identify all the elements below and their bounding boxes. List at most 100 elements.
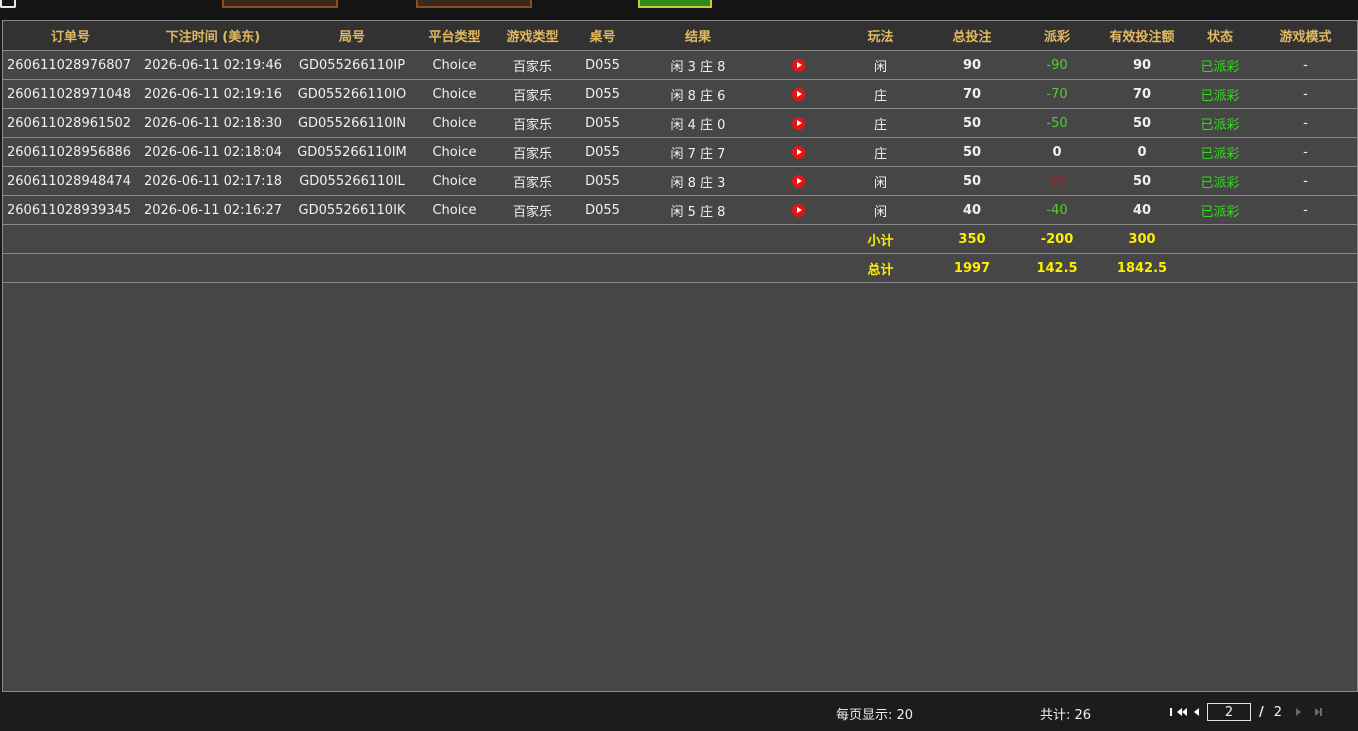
game-result: 闲 5 庄 8 [633,195,763,225]
page-separator: / [1259,704,1264,720]
subtotal-valid: 300 [1098,224,1186,254]
valid-bet: 50 [1098,108,1186,138]
total-row: 总计 1997 142.5 1842.5 [3,253,1357,283]
status-badge: 已派彩 [1186,137,1254,167]
game-type: 百家乐 [493,195,572,225]
game-result: 闲 8 庄 6 [633,79,763,109]
column-header: 订单号 [3,21,138,51]
order-number: 260611028976807 [3,50,138,80]
total-pages: 2 [1273,704,1283,720]
summary-spacer [3,253,833,283]
total-bet: 50 [928,108,1016,138]
platform-type: Choice [416,137,493,167]
play-circle-icon[interactable] [791,87,805,101]
current-page-input[interactable] [1207,703,1251,721]
bet-option: 闲 [833,50,928,80]
toolbar-button-2[interactable] [416,0,532,8]
toolbar-search-button[interactable] [638,0,712,8]
total-bet: 50 [928,166,1016,196]
replay-cell [763,195,833,225]
table-row: 260611028939345 2026-06-11 02:16:27 GD0552… [3,195,1357,225]
game-result: 闲 3 庄 8 [633,50,763,80]
table-number: D055 [572,79,633,109]
play-circle-icon[interactable] [791,145,805,159]
next-page-icon[interactable] [1296,708,1302,716]
column-header: 总投注 [928,21,1016,51]
payout: 50 [1016,166,1098,196]
last-page-icon[interactable] [1315,708,1323,716]
game-mode: - [1254,195,1357,225]
round-number: GD055266110IP [288,50,416,80]
column-header: 玩法 [833,21,928,51]
game-type: 百家乐 [493,50,572,80]
bet-time: 2026-06-11 02:16:27 [138,195,288,225]
column-header: 平台类型 [416,21,493,51]
game-type: 百家乐 [493,166,572,196]
table-header-row: 订单号 下注时间 (美东) 局号 平台类型 游戏类型 桌号 结果 玩法 总投注 派彩 有效投注额 状态… [3,21,1357,51]
total-bet: 1997 [928,253,1016,283]
total-bet: 70 [928,79,1016,109]
bet-records-panel: 订单号 下注时间 (美东) 局号 平台类型 游戏类型 桌号 结果 玩法 总投注 派彩 有效投注额 状态… [2,20,1358,692]
game-type: 百家乐 [493,108,572,138]
summary-spacer [1186,224,1357,254]
valid-bet: 0 [1098,137,1186,167]
total-bet: 40 [928,195,1016,225]
table-number: D055 [572,195,633,225]
platform-type: Choice [416,195,493,225]
first-page-icon[interactable] [1170,708,1187,716]
table-row: 260611028948474 2026-06-11 02:17:18 GD0552… [3,166,1357,196]
total-bet: 50 [928,137,1016,167]
subtotal-payout: -200 [1016,224,1098,254]
play-circle-icon[interactable] [791,174,805,188]
replay-cell [763,166,833,196]
bet-option: 闲 [833,166,928,196]
status-badge: 已派彩 [1186,79,1254,109]
prev-page-icon[interactable] [1194,708,1199,716]
game-mode: - [1254,166,1357,196]
play-circle-icon[interactable] [791,58,805,72]
bet-option: 庄 [833,79,928,109]
replay-cell [763,137,833,167]
round-number: GD055266110IL [288,166,416,196]
table-row: 260611028961502 2026-06-11 02:18:30 GD0552… [3,108,1357,138]
column-header: 下注时间 (美东) [138,21,288,51]
play-circle-icon[interactable] [791,116,805,130]
round-number: GD055266110IK [288,195,416,225]
total-label: 总计 [833,253,928,283]
subtotal-row: 小计 350 -200 300 [3,224,1357,254]
page-size-label[interactable]: 每页显示: 20 [836,704,913,723]
bet-time: 2026-06-11 02:19:16 [138,79,288,109]
order-number: 260611028948474 [3,166,138,196]
bet-option: 庄 [833,137,928,167]
game-type: 百家乐 [493,137,572,167]
bet-time: 2026-06-11 02:18:30 [138,108,288,138]
toolbar-button-1[interactable] [222,0,338,8]
column-header: 游戏类型 [493,21,572,51]
column-header: 状态 [1186,21,1254,51]
select-all-checkbox[interactable] [0,0,16,8]
status-badge: 已派彩 [1186,108,1254,138]
subtotal-label: 小计 [833,224,928,254]
round-number: GD055266110IO [288,79,416,109]
total-record-count: 共计: 26 [1040,708,1092,723]
game-result: 闲 7 庄 7 [633,137,763,167]
replay-cell [763,108,833,138]
round-number: GD055266110IN [288,108,416,138]
bet-time: 2026-06-11 02:18:04 [138,137,288,167]
play-circle-icon[interactable] [791,203,805,217]
total-payout: 142.5 [1016,253,1098,283]
table-row: 260611028976807 2026-06-11 02:19:46 GD0552… [3,50,1357,80]
bet-option: 庄 [833,108,928,138]
round-number: GD055266110IM [288,137,416,167]
table-row: 260611028971048 2026-06-11 02:19:16 GD0552… [3,79,1357,109]
column-header: 游戏模式 [1254,21,1357,51]
bet-records-table: 订单号 下注时间 (美东) 局号 平台类型 游戏类型 桌号 结果 玩法 总投注 派彩 有效投注额 状态… [3,21,1357,283]
pagination-bar: 每页显示: 20 共计: 26 / 2 [0,692,1358,731]
table-number: D055 [572,108,633,138]
summary-spacer [3,224,833,254]
table-number: D055 [572,137,633,167]
game-mode: - [1254,79,1357,109]
column-header: 桌号 [572,21,633,51]
column-header: 派彩 [1016,21,1098,51]
bet-time: 2026-06-11 02:19:46 [138,50,288,80]
